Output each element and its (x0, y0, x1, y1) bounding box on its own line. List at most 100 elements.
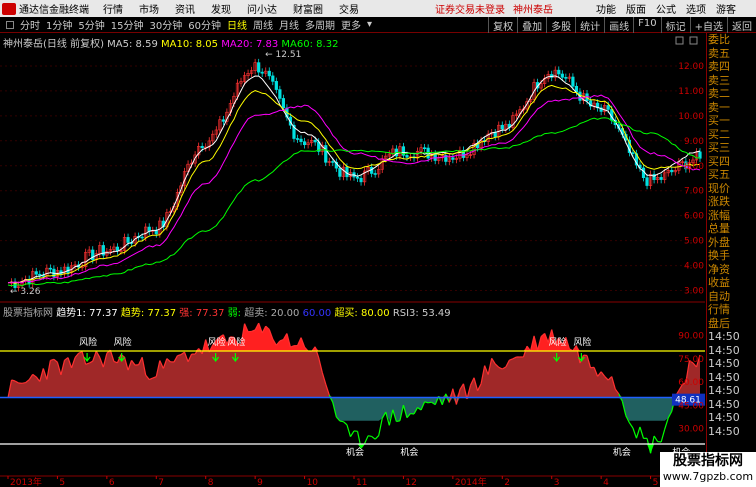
side-panel-item[interactable]: 买一 (707, 114, 756, 128)
indicator-line-segment (339, 420, 344, 423)
candle-body (271, 75, 275, 82)
side-panel-item[interactable]: 买三 (707, 141, 756, 155)
side-panel-item[interactable]: 14:50 (707, 425, 756, 439)
side-panel-item[interactable]: 买二 (707, 128, 756, 142)
price-lines: ← 12.51 ← 3.26 (7, 50, 702, 297)
date-tick-label: 10 (307, 478, 319, 487)
indicator-tick-label: 30.00 (678, 425, 704, 435)
side-panel-item[interactable]: 卖二 (707, 87, 756, 101)
chart-info-bar: 神州泰岳(日线 前复权) MA5: 8.59 MA10: 8.05 MA20: … (3, 35, 338, 50)
indicator-line-segment (639, 426, 645, 439)
price-low-label: ← 3.26 (10, 287, 41, 297)
candle-body (560, 73, 564, 78)
candle-body (260, 71, 264, 74)
price-tick-label: 4.00 (684, 262, 704, 272)
side-panel-item[interactable]: 涨幅 (707, 209, 756, 223)
date-tick-label: 2 (504, 478, 510, 487)
side-panel-item[interactable]: 卖四 (707, 60, 756, 74)
ma20-readout: MA20: 7.83 (221, 39, 279, 50)
price-tick-label: 7.00 (684, 187, 704, 197)
candle-body (154, 230, 158, 235)
side-panel-item[interactable]: 现价 (707, 182, 756, 196)
candle-body (557, 69, 561, 75)
price-axis-labels: 12.00 11.00 10.00 9.00 8.00 7.00 6.00 5.00 4.00 3… (678, 62, 704, 297)
candle-body (278, 89, 282, 99)
risk-label: 风险 (573, 336, 591, 348)
price-tick-label: 10.00 (678, 112, 704, 122)
date-tick-label: 12 (405, 478, 416, 487)
side-panel-item[interactable]: 自动 (707, 290, 756, 304)
candle-body (359, 177, 363, 183)
indicator-line-segment (660, 429, 666, 443)
side-panel-item[interactable]: 总量 (707, 222, 756, 236)
side-panel-item[interactable]: 14:50 (707, 384, 756, 398)
indicator-line-segment (364, 435, 369, 444)
candle-body (267, 70, 271, 77)
candle-body (451, 157, 455, 160)
side-panel-item[interactable]: 14:50 (707, 357, 756, 371)
date-tick-label: 11 (356, 478, 367, 487)
price-pane-controls (675, 36, 698, 45)
candle-body (221, 119, 225, 122)
candle-body (281, 98, 285, 109)
risk-label: 风险 (79, 336, 97, 348)
side-panel-item[interactable]: 委比 (707, 33, 756, 47)
price-tick-label: 12.00 (678, 62, 704, 72)
side-panel-item[interactable]: 换手 (707, 249, 756, 263)
indicator-axis-labels: 90.00 75.00 60.00 45.00 30.00 (678, 332, 704, 435)
side-panel-item[interactable]: 卖五 (707, 47, 756, 61)
risk-label: 风险 (114, 336, 132, 348)
candle-body (564, 77, 568, 79)
candle-body (645, 177, 649, 186)
price-high-label: ← 12.51 (265, 50, 301, 60)
indicator-line-segment (635, 426, 641, 439)
side-panel-item[interactable]: 14:50 (707, 344, 756, 358)
indicator-line-segment (343, 421, 348, 426)
ma10-readout: MA10: 8.05 (161, 39, 219, 50)
side-panel-item[interactable]: 14:50 (707, 371, 756, 385)
side-panel-item[interactable]: 买四 (707, 155, 756, 169)
indicator-tick-label: 90.00 (678, 332, 704, 342)
candle-body (355, 176, 360, 179)
candle-body (338, 167, 342, 177)
weak-readout: 弱: (227, 308, 245, 319)
side-panel-item[interactable]: 涨跌 (707, 195, 756, 209)
ma-line-ma20 (7, 94, 701, 284)
price-grid (0, 65, 705, 292)
side-panel-item[interactable]: 买五 (707, 168, 756, 182)
side-panel-item[interactable]: 卖一 (707, 101, 756, 115)
opportunity-label: 机会 (346, 446, 364, 458)
candle-body (257, 62, 261, 73)
side-panel-item[interactable]: 卖三 (707, 74, 756, 88)
candle-body (423, 147, 427, 150)
candle-body (571, 76, 575, 87)
candle-body (34, 271, 38, 275)
price-tick-label: 11.00 (678, 87, 704, 97)
ma60-readout: MA60: 8.32 (281, 39, 339, 50)
price-tick-label: 8.00 (684, 162, 704, 172)
side-panel-item[interactable]: 14:50 (707, 411, 756, 425)
side-panel-item[interactable]: 行情 (707, 303, 756, 317)
candle-body (302, 141, 307, 146)
candle-body (38, 273, 42, 276)
indicator-line-segment (367, 435, 372, 438)
indicator-line-segment (653, 435, 659, 442)
date-tick-label: 9 (257, 478, 263, 487)
side-panel-item[interactable]: 14:50 (707, 398, 756, 412)
side-panel-item[interactable]: 外盘 (707, 236, 756, 250)
date-axis-labels: 2013年567891011122014年23456 (7, 476, 708, 487)
ma5-readout: MA5: 8.59 (107, 39, 158, 50)
side-panel-item[interactable]: 收益 (707, 276, 756, 290)
candle-body (500, 124, 504, 130)
side-panel-item[interactable]: 净资 (707, 263, 756, 277)
candle-body (405, 155, 409, 158)
indicator-name[interactable]: 股票指标网 (3, 308, 53, 319)
side-panel-item[interactable]: 14:50 (707, 330, 756, 344)
side-panel-item[interactable]: 盘后 (707, 317, 756, 331)
pane-restore-icon[interactable] (675, 36, 684, 45)
indicator-line-segment (374, 435, 380, 440)
strong-readout: 强: 77.37 (179, 308, 225, 319)
pane-maximize-icon[interactable] (689, 36, 698, 45)
candle-body (48, 267, 52, 270)
candle-body (698, 151, 702, 159)
